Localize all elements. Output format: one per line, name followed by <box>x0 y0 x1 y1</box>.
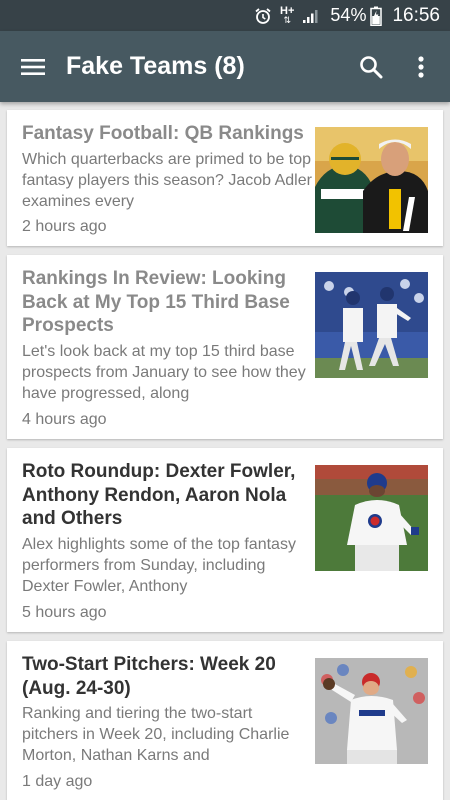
article-text: Rankings In Review: Looking Back at My T… <box>22 267 312 404</box>
baseball-players-photo <box>315 272 428 378</box>
network-type-indicator: H+ ⇅ <box>280 5 294 25</box>
article-snippet: Let's look back at my top 15 third base … <box>22 342 306 402</box>
cubs-batter-photo <box>315 465 428 571</box>
article-timestamp: 1 day ago <box>22 773 93 790</box>
article-feed: Fantasy Football: QB Rankings Which quar… <box>0 102 450 800</box>
clock-time: 16:56 <box>392 4 440 26</box>
article-timestamp: 5 hours ago <box>22 604 107 621</box>
signal-strength-icon <box>302 8 318 24</box>
battery-icon <box>370 6 383 26</box>
article-card[interactable]: Rankings In Review: Looking Back at My T… <box>7 255 443 439</box>
article-text: Two-Start Pitchers: Week 20 (Aug. 24-30)… <box>22 653 312 766</box>
app-bar: Fake Teams (8) <box>0 31 450 102</box>
article-title: Two-Start Pitchers: Week 20 (Aug. 24-30) <box>22 654 276 699</box>
data-arrows-icon: ⇅ <box>283 14 291 25</box>
article-text: Roto Roundup: Dexter Fowler, Anthony Ren… <box>22 460 312 597</box>
football-quarterbacks-photo <box>315 127 428 233</box>
hamburger-menu-icon[interactable] <box>0 31 66 102</box>
alarm-clock-icon <box>254 7 272 25</box>
article-timestamp: 4 hours ago <box>22 411 107 428</box>
more-vert-icon[interactable] <box>396 31 446 102</box>
article-card[interactable]: Fantasy Football: QB Rankings Which quar… <box>7 110 443 246</box>
status-bar: H+ ⇅ 54% 16:56 <box>0 0 450 31</box>
article-snippet: Which quarterbacks are primed to be top … <box>22 150 312 210</box>
page-title: Fake Teams (8) <box>66 52 245 80</box>
article-card[interactable]: Two-Start Pitchers: Week 20 (Aug. 24-30)… <box>7 641 443 800</box>
battery-percent: 54% <box>330 5 367 25</box>
rangers-pitcher-photo <box>315 658 428 764</box>
search-icon[interactable] <box>346 31 396 102</box>
article-title: Roto Roundup: Dexter Fowler, Anthony Ren… <box>22 461 296 529</box>
article-snippet: Alex highlights some of the top fantasy … <box>22 535 296 595</box>
article-snippet: Ranking and tiering the two-start pitche… <box>22 705 290 764</box>
article-text: Fantasy Football: QB Rankings Which quar… <box>22 122 312 212</box>
article-timestamp: 2 hours ago <box>22 218 107 235</box>
article-card[interactable]: Roto Roundup: Dexter Fowler, Anthony Ren… <box>7 448 443 632</box>
article-title: Fantasy Football: QB Rankings <box>22 123 304 144</box>
article-title: Rankings In Review: Looking Back at My T… <box>22 268 290 336</box>
